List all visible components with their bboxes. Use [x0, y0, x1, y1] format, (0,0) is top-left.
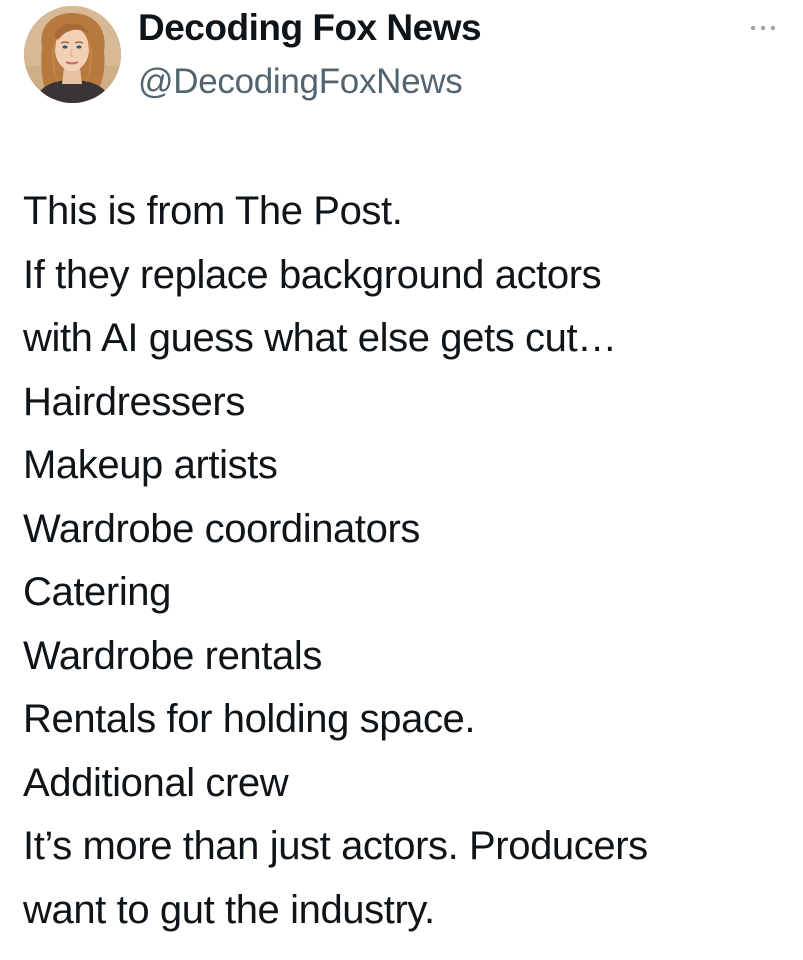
- tweet-line: Additional crew: [23, 760, 289, 805]
- tweet-line: Wardrobe coordinators: [23, 506, 420, 551]
- tweet-line: Hairdressers: [23, 379, 245, 424]
- more-options-button[interactable]: [746, 14, 780, 42]
- tweet-line: It’s more than just actors. Producers: [23, 824, 648, 868]
- tweet-text: This is from The Post. If they replace b…: [23, 180, 793, 942]
- tweet-line: Makeup artists: [23, 443, 278, 487]
- profile-photo-icon: [24, 6, 121, 103]
- tweet-line: Rentals for holding space.: [23, 697, 476, 741]
- more-options-icon: [750, 25, 776, 31]
- tweet-line: with AI guess what else gets cut…: [23, 316, 617, 360]
- tweet-line: want to gut the industry.: [23, 887, 435, 932]
- author-avatar[interactable]: [24, 6, 121, 103]
- tweet-line: This is from The Post.: [23, 189, 403, 233]
- tweet-line: Catering: [23, 570, 171, 614]
- tweet-card: Decoding Fox News @DecodingFoxNews This …: [0, 0, 803, 960]
- tweet-line: Wardrobe rentals: [23, 633, 322, 678]
- author-display-name[interactable]: Decoding Fox News: [138, 6, 482, 50]
- tweet-line: If they replace background actors: [23, 252, 602, 297]
- author-handle[interactable]: @DecodingFoxNews: [138, 60, 463, 104]
